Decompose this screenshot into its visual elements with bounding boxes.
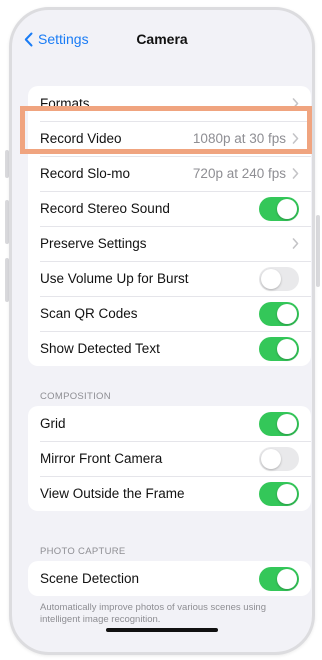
- row-use-volume-up-for-burst: Use Volume Up for Burst: [28, 261, 311, 296]
- row-mirror-front-camera: Mirror Front Camera: [28, 441, 311, 476]
- row-grid: Grid: [28, 406, 311, 441]
- toggle-knob: [277, 413, 297, 434]
- row-label: Record Video: [40, 131, 122, 146]
- row-label: Record Slo-mo: [40, 166, 131, 181]
- scene-detection-description: Automatically improve photos of various …: [40, 602, 267, 625]
- home-indicator: [106, 628, 218, 632]
- show-detected-text-toggle[interactable]: [259, 336, 299, 361]
- composition-group: Grid Mirror Front Camera View Outside th…: [28, 406, 311, 511]
- mirror-front-camera-toggle[interactable]: [259, 446, 299, 471]
- row-label: Mirror Front Camera: [40, 451, 163, 466]
- navigation-bar: Settings Camera: [12, 28, 312, 58]
- row-show-detected-text: Show Detected Text: [28, 331, 311, 366]
- row-label: Preserve Settings: [40, 236, 147, 251]
- view-outside-frame-toggle[interactable]: [259, 481, 299, 506]
- row-record-stereo-sound: Record Stereo Sound: [28, 191, 311, 226]
- row-label: Scene Detection: [40, 571, 140, 586]
- toggle-knob: [277, 338, 297, 359]
- scene-detection-toggle[interactable]: [259, 566, 299, 591]
- toggle-knob: [261, 448, 281, 469]
- row-scene-detection: Scene Detection: [28, 561, 311, 596]
- row-record-slo-mo[interactable]: Record Slo-mo 720p at 240 fps: [28, 156, 311, 191]
- row-label: Scan QR Codes: [40, 306, 138, 321]
- toggle-knob: [277, 568, 297, 589]
- row-view-outside-the-frame: View Outside the Frame: [28, 476, 311, 511]
- row-record-video[interactable]: Record Video 1080p at 30 fps: [28, 121, 311, 156]
- row-formats[interactable]: Formats: [28, 86, 311, 121]
- row-label: Formats: [40, 96, 90, 111]
- chevron-right-icon: [292, 238, 299, 249]
- row-label: Grid: [40, 416, 66, 431]
- row-label: Use Volume Up for Burst: [40, 271, 189, 286]
- toggle-knob: [277, 198, 297, 219]
- toggle-knob: [277, 303, 297, 324]
- record-stereo-sound-toggle[interactable]: [259, 196, 299, 221]
- row-value: 1080p at 30 fps: [192, 131, 286, 146]
- camera-settings-group: Formats Record Video 1080p at 30 fps Rec…: [28, 86, 311, 366]
- scan-qr-codes-toggle[interactable]: [259, 301, 299, 326]
- row-value: 720p at 240 fps: [192, 166, 286, 181]
- chevron-right-icon: [292, 168, 299, 179]
- section-header-photo-capture: PHOTO CAPTURE: [40, 546, 126, 557]
- page-title: Camera: [136, 31, 188, 47]
- row-scan-qr-codes: Scan QR Codes: [28, 296, 311, 331]
- row-label: Record Stereo Sound: [40, 201, 170, 216]
- volume-up-burst-toggle[interactable]: [259, 266, 299, 291]
- chevron-right-icon: [292, 98, 299, 109]
- toggle-knob: [277, 483, 297, 504]
- grid-toggle[interactable]: [259, 411, 299, 436]
- photo-capture-group: Scene Detection: [28, 561, 311, 596]
- phone-frame: Settings Camera Formats Record Video 108…: [9, 7, 315, 655]
- row-preserve-settings[interactable]: Preserve Settings: [28, 226, 311, 261]
- toggle-knob: [261, 268, 281, 289]
- row-label: Show Detected Text: [40, 341, 160, 356]
- power-button: [316, 215, 320, 287]
- chevron-right-icon: [292, 133, 299, 144]
- row-label: View Outside the Frame: [40, 486, 185, 501]
- section-header-composition: COMPOSITION: [40, 391, 111, 402]
